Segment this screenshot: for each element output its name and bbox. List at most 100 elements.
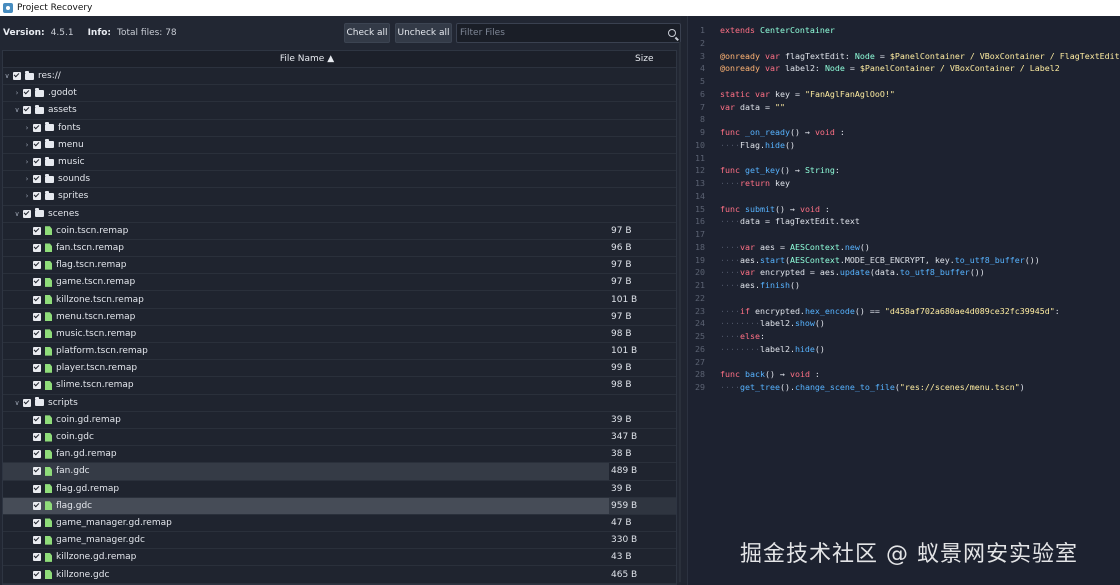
name-cell[interactable]: ∨ res:// [3,68,609,84]
chevron-right-icon[interactable]: › [23,124,31,132]
name-cell[interactable]: menu.tscn.remap [3,309,609,325]
chevron-right-icon[interactable]: › [13,89,21,97]
file-row[interactable]: platform.tscn.remap 101 B [3,343,676,361]
code-line[interactable]: 16 ····data = flagTextEdit.text [688,216,1120,229]
file-row[interactable]: flag.gdc 959 B [3,497,676,515]
code-line[interactable]: 2 [688,38,1120,51]
checkbox[interactable] [33,347,41,356]
file-row[interactable]: killzone.gd.remap 43 B [3,549,676,567]
file-row[interactable]: fan.tscn.remap 96 B [3,240,676,258]
name-cell[interactable]: music.tscn.remap [3,326,609,342]
code-line[interactable]: 17 [688,229,1120,242]
file-row[interactable]: killzone.gdc 465 B [3,566,676,584]
file-row[interactable]: game.tscn.remap 97 B [3,274,676,292]
column-header-size[interactable]: Size [635,54,653,64]
name-cell[interactable]: › sounds [3,171,609,187]
checkbox[interactable] [33,467,41,476]
code-line[interactable]: 11 [688,153,1120,166]
code-line[interactable]: 13 ····return key [688,178,1120,191]
checkbox[interactable] [13,72,21,81]
folder-row[interactable]: › music [3,154,676,172]
folder-row[interactable]: ∨ scenes [3,206,676,223]
file-row[interactable]: flag.gd.remap 39 B [3,481,676,498]
chevron-down-icon[interactable]: ∨ [3,72,11,80]
folder-row[interactable]: › sprites [3,188,676,206]
checkbox[interactable] [33,295,41,304]
name-cell[interactable]: fan.tscn.remap [3,240,609,256]
code-line[interactable]: 25 ····else: [688,331,1120,344]
file-row[interactable]: music.tscn.remap 98 B [3,326,676,343]
file-row[interactable]: coin.gdc 347 B [3,429,676,447]
code-line[interactable]: 14 [688,191,1120,204]
checkbox[interactable] [33,536,41,545]
file-row[interactable]: flag.tscn.remap 97 B [3,257,676,275]
chevron-down-icon[interactable]: ∨ [13,210,21,218]
name-cell[interactable]: platform.tscn.remap [3,343,609,359]
chevron-right-icon[interactable]: › [23,192,31,200]
checkbox[interactable] [33,158,41,167]
file-row[interactable]: game_manager.gdc 330 B [3,532,676,550]
chevron-right-icon[interactable]: › [23,158,31,166]
checkbox[interactable] [33,226,41,235]
code-line[interactable]: 19 ····aes.start(AESContext.MODE_ECB_ENCR… [688,255,1120,268]
file-row[interactable]: game_manager.gd.remap 47 B [3,515,676,533]
name-cell[interactable]: flag.tscn.remap [3,257,609,273]
checkbox[interactable] [33,518,41,527]
checkbox[interactable] [33,501,41,510]
code-line[interactable]: 9 func _on_ready() → void : [688,127,1120,140]
name-cell[interactable]: flag.gd.remap [3,481,609,497]
checkbox[interactable] [33,433,41,442]
checkbox[interactable] [23,209,31,218]
name-cell[interactable]: › fonts [3,120,609,136]
code-line[interactable]: 3 @onready var flagTextEdit: Node = $Pane… [688,51,1120,64]
code-line[interactable]: 21 ····aes.finish() [688,280,1120,293]
name-cell[interactable]: killzone.gdc [3,566,609,582]
check-all-button[interactable]: Check all [344,23,390,43]
name-cell[interactable]: killzone.gd.remap [3,549,609,565]
code-line[interactable]: 8 [688,114,1120,127]
checkbox[interactable] [33,415,41,424]
folder-row[interactable]: ∨ res:// [3,68,676,86]
name-cell[interactable]: game.tscn.remap [3,274,609,290]
checkbox[interactable] [33,278,41,287]
checkbox[interactable] [33,261,41,270]
folder-row[interactable]: › fonts [3,120,676,137]
file-row[interactable]: fan.gdc 489 B [3,463,676,481]
checkbox[interactable] [23,89,31,98]
file-row[interactable]: killzone.tscn.remap 101 B [3,291,676,309]
column-header-file-name[interactable]: File Name ▲ [3,54,611,64]
code-line[interactable]: 15 func submit() → void : [688,204,1120,217]
checkbox[interactable] [33,329,41,338]
code-line[interactable]: 26 ········label2.hide() [688,344,1120,357]
file-row[interactable]: slime.tscn.remap 98 B [3,377,676,395]
name-cell[interactable]: › music [3,154,609,170]
name-cell[interactable]: › sprites [3,188,609,204]
checkbox[interactable] [33,175,41,184]
chevron-down-icon[interactable]: ∨ [13,106,21,114]
code-line[interactable]: 24 ········label2.show() [688,318,1120,331]
name-cell[interactable]: slime.tscn.remap [3,377,609,393]
checkbox[interactable] [33,312,41,321]
name-cell[interactable]: fan.gdc [3,463,609,480]
folder-row[interactable]: › menu [3,137,676,154]
name-cell[interactable]: fan.gd.remap [3,446,609,462]
chevron-down-icon[interactable]: ∨ [13,399,21,407]
name-cell[interactable]: player.tscn.remap [3,360,609,376]
checkbox[interactable] [33,553,41,562]
checkbox[interactable] [33,450,41,459]
folder-row[interactable]: › .godot [3,85,676,103]
file-tree[interactable]: File Name ▲ Size ∨ res:// › .godot ∨ assets › f… [2,50,677,585]
file-row[interactable]: coin.tscn.remap 97 B [3,223,676,240]
code-line[interactable]: 5 [688,76,1120,89]
code-line[interactable]: 7 var data = "" [688,102,1120,115]
file-row[interactable]: menu.tscn.remap 97 B [3,309,676,326]
name-cell[interactable]: game_manager.gdc [3,532,609,548]
search-icon[interactable] [668,29,676,37]
name-cell[interactable]: coin.gdc [3,429,609,445]
name-cell[interactable]: flag.gdc [3,497,609,514]
folder-row[interactable]: › sounds [3,171,676,189]
checkbox[interactable] [23,106,31,115]
name-cell[interactable]: coin.tscn.remap [3,223,609,239]
name-cell[interactable]: › menu [3,137,609,153]
code-line[interactable]: 18 ····var aes = AESContext.new() [688,242,1120,255]
